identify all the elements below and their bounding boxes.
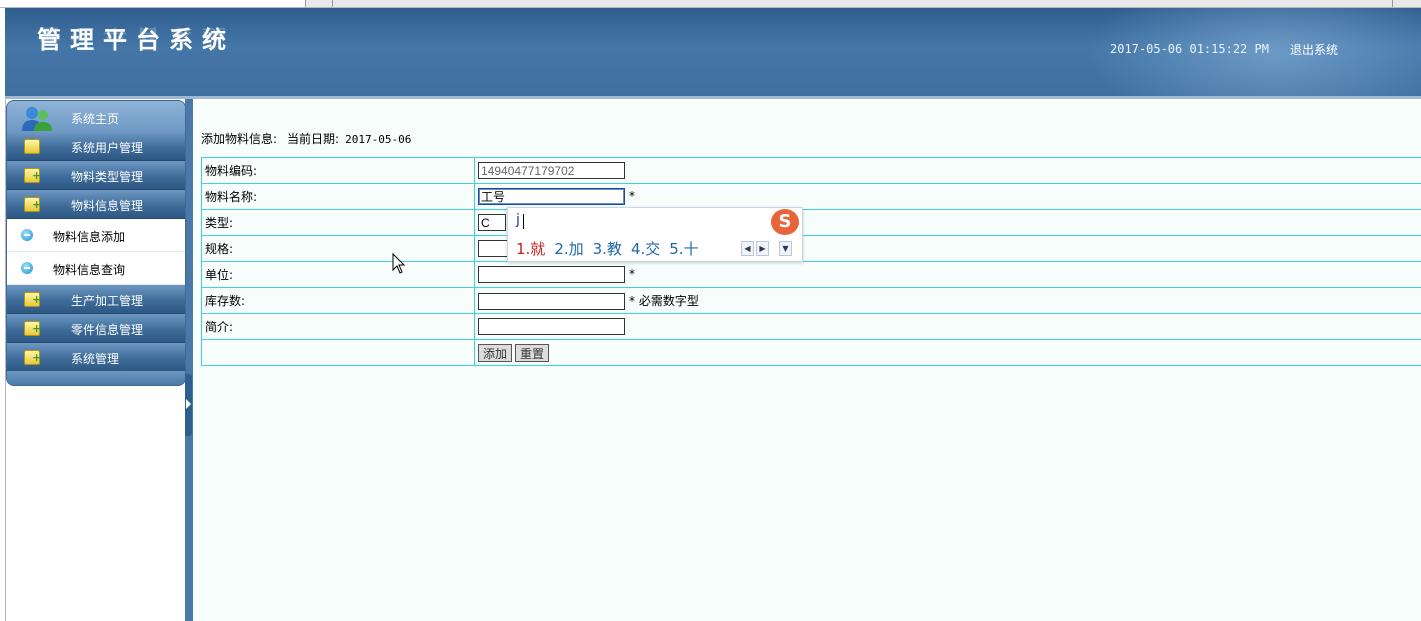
form-row-spec: 规格: bbox=[201, 235, 1421, 262]
folder-add-icon bbox=[24, 197, 41, 212]
form-row-intro: 简介: bbox=[201, 313, 1421, 340]
form-row-type: 类型: bbox=[201, 209, 1421, 236]
ime-next-page-icon[interactable]: ▶ bbox=[756, 241, 769, 256]
sidebar-item-label: 生产加工管理 bbox=[71, 294, 144, 308]
ime-candidate-popup: j S 1.就 2.加 3.教 4.交 5.十 ◀ ▶ ▼ bbox=[507, 207, 803, 262]
field-label: 规格: bbox=[201, 235, 475, 262]
field-cell bbox=[474, 313, 1421, 340]
sidebar-item-home[interactable]: 系统主页 bbox=[7, 101, 185, 133]
app-title-reflection: 管理平台系统 bbox=[37, 25, 235, 43]
ime-candidate[interactable]: 3.教 bbox=[593, 240, 622, 258]
ime-candidate-list: 1.就 2.加 3.教 4.交 5.十 bbox=[516, 238, 708, 259]
sidebar-menu: 系统主页 系统用户管理 物料类型管理 物料信息管理 物料信息添加 物料信息查询 … bbox=[6, 100, 186, 386]
required-mark: * bbox=[629, 267, 635, 281]
form-row-name: 物料名称: * bbox=[201, 183, 1421, 210]
sidebar-item-label: 物料信息管理 bbox=[71, 199, 144, 213]
sidebar-subitem-material-query[interactable]: 物料信息查询 bbox=[7, 252, 185, 285]
app-header: 管理平台系统 管理平台系统 2017-05-06 01:15:22 PM 退出系… bbox=[5, 8, 1421, 96]
sidebar-item-system[interactable]: 系统管理 bbox=[7, 343, 185, 372]
ime-caret bbox=[523, 214, 524, 229]
arrow-circle-icon bbox=[21, 229, 33, 241]
ime-candidate[interactable]: 5.十 bbox=[669, 240, 698, 258]
required-mark: * bbox=[629, 293, 635, 308]
ime-prev-page-icon[interactable]: ◀ bbox=[741, 241, 754, 256]
folder-add-icon bbox=[24, 321, 41, 336]
intro-input[interactable] bbox=[478, 318, 625, 335]
field-cell: * bbox=[474, 183, 1421, 210]
logout-link[interactable]: 退出系统 bbox=[1290, 41, 1338, 58]
sidebar-item-label: 系统主页 bbox=[71, 112, 120, 126]
empty-cell bbox=[201, 339, 475, 366]
add-button[interactable]: 添加 bbox=[478, 343, 513, 362]
field-label: 单位: bbox=[201, 261, 475, 288]
sidebar-item-material-type[interactable]: 物料类型管理 bbox=[7, 161, 185, 190]
sidebar-item-label: 物料类型管理 bbox=[71, 170, 144, 184]
browser-tab[interactable] bbox=[308, 0, 333, 7]
form-title: 添加物料信息: bbox=[201, 132, 278, 146]
date-label: 当前日期: bbox=[287, 132, 340, 146]
material-name-input[interactable] bbox=[478, 188, 625, 205]
field-cell: * 必需数字型 bbox=[474, 287, 1421, 314]
material-form-table: 物料编码: 物料名称: * 类型: 规格: 单位: * bbox=[201, 157, 1421, 366]
ime-logo-icon[interactable]: S bbox=[771, 209, 799, 235]
form-heading: 添加物料信息: 当前日期: 2017-05-06 bbox=[201, 130, 411, 147]
ime-candidate[interactable]: 1.就 bbox=[516, 240, 545, 258]
browser-tab-strip bbox=[0, 0, 1421, 8]
sidebar-item-label: 零件信息管理 bbox=[71, 323, 144, 337]
stock-hint: 必需数字型 bbox=[638, 293, 699, 308]
users-icon bbox=[22, 107, 52, 131]
field-label: 库存数: bbox=[201, 287, 475, 314]
sidebar-item-user-management[interactable]: 系统用户管理 bbox=[7, 132, 185, 161]
actions-cell: 添加 重置 bbox=[474, 339, 1421, 366]
form-row-stock: 库存数: * 必需数字型 bbox=[201, 287, 1421, 314]
field-cell bbox=[474, 157, 1421, 184]
folder-add-icon bbox=[24, 168, 41, 183]
sidebar-footer bbox=[7, 371, 185, 385]
main-content: 添加物料信息: 当前日期: 2017-05-06 物料编码: 物料名称: * 类型:… bbox=[193, 100, 1421, 621]
browser-tab-control[interactable] bbox=[1392, 0, 1421, 7]
unit-input[interactable] bbox=[478, 266, 625, 283]
sidebar-item-production[interactable]: 生产加工管理 bbox=[7, 285, 185, 314]
field-label: 物料编码: bbox=[201, 157, 475, 184]
sidebar-subitem-label: 物料信息添加 bbox=[53, 230, 126, 244]
reset-button[interactable]: 重置 bbox=[515, 343, 550, 362]
field-label: 类型: bbox=[201, 209, 475, 236]
arrow-circle-icon bbox=[21, 262, 33, 274]
sidebar-collapse-handle[interactable] bbox=[185, 374, 192, 436]
field-label: 简介: bbox=[201, 313, 475, 340]
sidebar-item-material-info[interactable]: 物料信息管理 bbox=[7, 190, 185, 219]
browser-tab-active[interactable] bbox=[0, 0, 306, 7]
mouse-pointer-icon bbox=[392, 253, 406, 274]
field-label: 物料名称: bbox=[201, 183, 475, 210]
folder-add-icon bbox=[24, 350, 41, 365]
sidebar-subitem-material-add[interactable]: 物料信息添加 bbox=[7, 219, 185, 252]
stock-input[interactable] bbox=[478, 292, 625, 310]
sidebar-item-label: 系统管理 bbox=[71, 352, 120, 366]
field-cell: * bbox=[474, 261, 1421, 288]
folder-icon bbox=[24, 139, 40, 154]
required-mark: * bbox=[629, 189, 635, 203]
material-code-input[interactable] bbox=[478, 162, 625, 179]
sidebar-subitem-label: 物料信息查询 bbox=[53, 263, 126, 277]
sidebar-divider bbox=[185, 99, 193, 621]
date-value: 2017-05-06 bbox=[345, 133, 412, 146]
header-divider bbox=[5, 96, 1421, 99]
sidebar-item-label: 系统用户管理 bbox=[71, 141, 144, 155]
folder-add-icon bbox=[24, 292, 41, 307]
form-row-code: 物料编码: bbox=[201, 157, 1421, 184]
current-datetime: 2017-05-06 01:15:22 PM bbox=[1110, 42, 1269, 56]
ime-candidate[interactable]: 4.交 bbox=[631, 240, 660, 258]
ime-composition: j bbox=[516, 212, 520, 228]
material-type-select[interactable] bbox=[478, 214, 506, 231]
form-row-unit: 单位: * bbox=[201, 261, 1421, 288]
sidebar-item-parts[interactable]: 零件信息管理 bbox=[7, 314, 185, 343]
form-row-actions: 添加 重置 bbox=[201, 339, 1421, 366]
ime-candidate[interactable]: 2.加 bbox=[554, 240, 583, 258]
ime-expand-icon[interactable]: ▼ bbox=[779, 241, 792, 256]
